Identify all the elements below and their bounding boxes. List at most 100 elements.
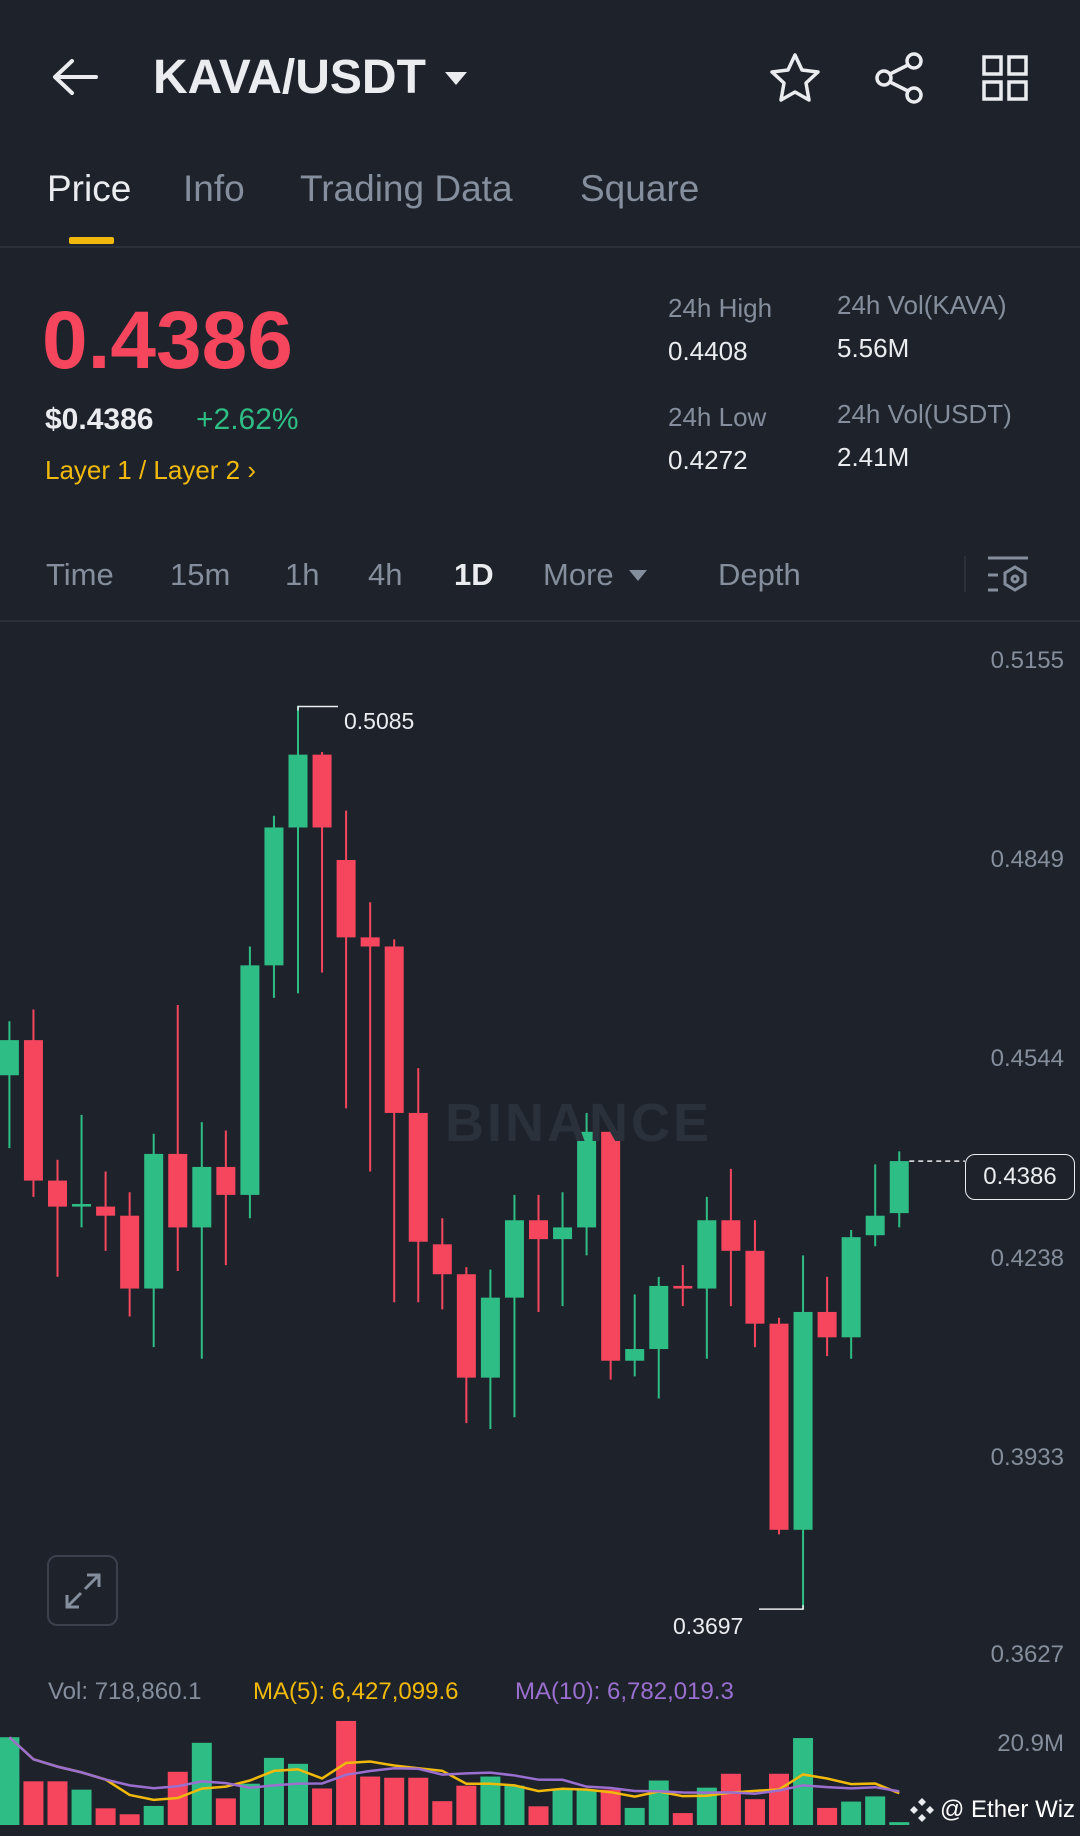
candle-body (96, 1206, 116, 1216)
volume-bar (769, 1773, 789, 1825)
divider (0, 246, 1080, 248)
high-marker-line (297, 705, 338, 711)
price-axis-label: 0.5155 (990, 647, 1064, 674)
price-axis-label: 0.4544 (990, 1045, 1064, 1072)
candle-body (601, 1131, 621, 1361)
candle-body (889, 1161, 909, 1214)
volume-bar (576, 1789, 597, 1825)
tab-trading-data[interactable]: Trading Data (300, 168, 513, 210)
back-button[interactable] (50, 56, 100, 98)
expand-icon (65, 1573, 100, 1608)
candle-body (120, 1215, 140, 1289)
vol-quote-value: 2.41M (837, 442, 910, 472)
timeframe-1h[interactable]: 1h (285, 557, 319, 593)
volume-axis-label: 20.9M (997, 1730, 1064, 1757)
last-price-tag: 0.4386 (965, 1154, 1075, 1200)
candle-body (456, 1274, 476, 1378)
candle-body (865, 1215, 885, 1236)
volume-bar (456, 1785, 477, 1825)
chart-settings-icon[interactable] (986, 555, 1030, 595)
usd-price: $0.4386 (45, 403, 154, 436)
candle-body (625, 1349, 645, 1361)
candle-body (336, 859, 356, 938)
category-link[interactable]: Layer 1 / Layer 2 › (45, 455, 256, 486)
volume-bar (889, 1822, 910, 1825)
timeframe-depth[interactable]: Depth (718, 557, 801, 593)
candle-body (817, 1311, 837, 1338)
candle-body (288, 754, 308, 828)
active-tab-indicator (69, 237, 114, 244)
candle-body (793, 1311, 813, 1530)
candle-body (0, 1040, 19, 1076)
volume-bar (23, 1781, 44, 1825)
candle-body (769, 1323, 789, 1530)
tab-info[interactable]: Info (183, 168, 245, 210)
vol-quote-label: 24h Vol(USDT) (837, 399, 1012, 429)
candle-body (144, 1153, 164, 1289)
timeframe-more[interactable]: More (543, 557, 648, 593)
timeframe-4h[interactable]: 4h (368, 557, 402, 593)
volume-bar (384, 1777, 405, 1825)
volume-bar (263, 1757, 284, 1825)
candle-body (504, 1220, 524, 1298)
price-change: +2.62% (196, 403, 299, 436)
tab-square[interactable]: Square (580, 168, 699, 210)
candle-body (312, 754, 332, 828)
high-label: 24h High (668, 293, 773, 323)
category-label: Layer 1 / Layer 2 (45, 455, 241, 485)
volume-bar (143, 1805, 164, 1825)
price-axis-label: 0.3627 (990, 1641, 1064, 1668)
volume-bar (360, 1776, 381, 1825)
last-price: 0.4386 (42, 295, 293, 386)
volume-bar (744, 1799, 765, 1825)
timeframe-15m[interactable]: 15m (170, 557, 230, 593)
volume-bar (672, 1813, 693, 1825)
high-marker-label: 0.5085 (344, 708, 415, 734)
caret-down-icon (628, 570, 647, 581)
ma5-line (8, 1736, 900, 1802)
chevron-right-icon: › (240, 455, 257, 485)
candle-body (360, 937, 380, 947)
volume-bar (841, 1801, 862, 1825)
fullscreen-button[interactable] (47, 1555, 118, 1626)
volume-bar (239, 1783, 260, 1825)
timeframe-time[interactable]: Time (46, 557, 114, 593)
candlestick-chart[interactable] (0, 621, 1080, 1836)
volume-bar (528, 1806, 549, 1825)
candle-body (216, 1166, 236, 1195)
candle-body (529, 1220, 548, 1240)
share-icon[interactable] (872, 50, 928, 106)
volume-bar (552, 1789, 573, 1825)
volume-bar (312, 1788, 333, 1825)
volume-bar (215, 1798, 236, 1825)
candle-body (480, 1297, 500, 1378)
price-axis-label: 0.3933 (990, 1444, 1064, 1471)
star-icon[interactable] (768, 52, 822, 104)
candle-body (841, 1237, 861, 1338)
volume-ma5: MA(5): 6,427,099.6 (253, 1678, 459, 1705)
last-price-tag-value: 0.4386 (983, 1163, 1057, 1190)
watermark: BINANCE (445, 1093, 713, 1153)
volume-bar (47, 1781, 68, 1825)
volume-bar (817, 1807, 838, 1825)
volume-bar (432, 1801, 453, 1825)
candle-body (168, 1153, 188, 1228)
candle-body (48, 1180, 67, 1207)
pair-selector[interactable]: KAVA/USDT (153, 50, 468, 105)
tab-price[interactable]: Price (47, 168, 131, 210)
grid-icon[interactable] (981, 54, 1029, 102)
volume-bar (0, 1737, 20, 1825)
candle-body (553, 1227, 573, 1240)
more-label: More (543, 557, 614, 592)
timeframe-1d[interactable]: 1D (454, 557, 494, 593)
ma10-line (8, 1736, 900, 1796)
credit-watermark: @ Ether Wiz (940, 1796, 1076, 1823)
candle-body (673, 1285, 693, 1289)
caret-down-icon (444, 71, 467, 85)
candle-body (264, 827, 284, 966)
candle-body (240, 965, 260, 1195)
candle-body (649, 1285, 669, 1350)
high-value: 0.4408 (668, 336, 748, 366)
low-marker-label: 0.3697 (673, 1613, 744, 1639)
volume-bar (865, 1796, 886, 1825)
